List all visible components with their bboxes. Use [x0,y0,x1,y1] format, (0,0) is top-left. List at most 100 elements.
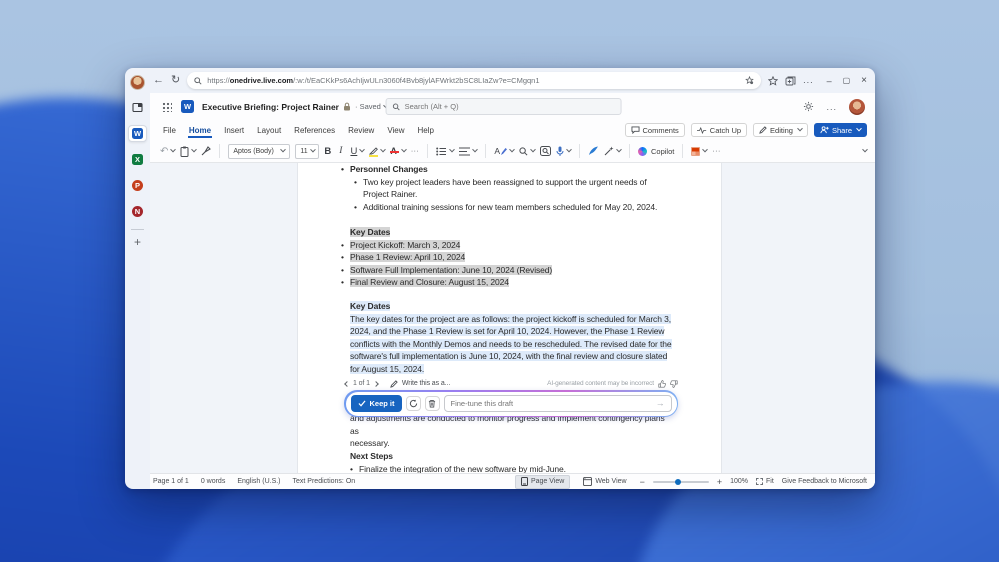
doc-bullet[interactable]: Additional training sessions for new tea… [354,201,665,214]
account-avatar[interactable] [849,98,865,115]
tab-layout[interactable]: Layout [256,123,282,138]
word-count[interactable]: 0 words [201,478,226,485]
send-icon[interactable]: → [656,397,665,410]
highlight-button[interactable] [369,146,387,157]
fit-toggle[interactable]: Fit [756,478,774,485]
page-count[interactable]: Page 1 of 1 [153,478,189,485]
back-icon[interactable]: ← [153,75,164,86]
share-button[interactable]: Share [813,123,867,137]
word-app-icon[interactable]: W [128,125,147,142]
more-commands-icon[interactable]: ··· [712,148,721,155]
doc-heading[interactable]: Personnel Changes [341,163,665,176]
italic-button[interactable]: I [339,146,342,156]
previous-draft-icon[interactable] [344,381,350,388]
format-painter-button[interactable] [201,146,212,156]
doc-bullet-selected[interactable]: Phase 1 Review: April 10, 2024 [341,251,665,264]
tab-help[interactable]: Help [417,123,435,138]
word-logo-icon[interactable]: W [181,100,194,113]
feedback-link[interactable]: Give Feedback to Microsoft [782,478,867,485]
refresh-icon[interactable]: ↻ [171,75,180,86]
more-font-options-icon[interactable]: ··· [411,148,420,155]
tab-home[interactable]: Home [188,123,212,138]
browser-more-icon[interactable]: ... [803,75,814,86]
search-input[interactable] [404,102,615,111]
tab-file[interactable]: File [162,123,177,138]
powerpoint-app-icon[interactable]: P [128,177,147,194]
collections-icon[interactable] [785,76,796,86]
app-launcher-icon[interactable] [162,101,172,112]
keep-it-button[interactable]: Keep it [350,395,402,412]
regenerate-button[interactable] [405,396,421,411]
copilot-button[interactable]: Copilot [637,146,674,156]
rewrite-button[interactable] [604,146,622,156]
document-page[interactable]: Personnel Changes Two key project leader… [297,163,722,473]
header-more-icon[interactable]: ... [826,102,837,112]
doc-heading[interactable]: Next Steps [350,450,665,463]
ai-draft-heading[interactable]: Key Dates [350,300,672,313]
designer-button[interactable] [691,146,709,156]
editor-pane-button[interactable] [539,146,551,156]
window-icon[interactable] [128,99,147,116]
onenote-app-icon[interactable]: N [128,203,147,220]
tab-insert[interactable]: Insert [223,123,245,138]
favorites-star-icon[interactable] [768,75,779,86]
doc-bullet[interactable]: Finalize the integration of the new soft… [350,463,665,474]
tab-review[interactable]: Review [347,123,375,138]
write-this-as-button[interactable]: Write this as a... [390,378,450,391]
doc-heading-selected[interactable]: Key Dates [350,226,665,239]
ai-draft-paragraph[interactable]: The key dates for the project are as fol… [350,313,672,376]
maximize-button[interactable]: ▢ [843,76,851,85]
doc-bullet[interactable]: Two key project leaders have been reassi… [354,176,655,201]
close-button[interactable]: × [861,75,867,86]
editing-mode-button[interactable]: Editing [753,123,808,137]
zoom-slider[interactable] [652,478,709,485]
settings-gear-icon[interactable] [803,101,814,112]
browser-toolbar: ← ↻ https://onedrive.live.com/:w:/t/EaCK… [150,68,875,93]
comments-button[interactable]: Comments [624,123,685,137]
address-bar[interactable]: https://onedrive.live.com/:w:/t/EaCKkPs6… [187,72,762,89]
browser-profile-avatar[interactable] [130,75,145,90]
zoom-in-icon[interactable]: + [717,477,722,487]
document-canvas: Personnel Changes Two key project leader… [150,163,875,473]
dictate-button[interactable] [556,146,572,157]
font-color-button[interactable]: A [389,146,407,156]
find-button[interactable] [519,146,536,156]
next-draft-icon[interactable] [373,381,379,388]
save-status[interactable]: · Saved [355,102,381,111]
web-view-toggle[interactable]: Web View [578,476,631,488]
tab-references[interactable]: References [293,123,336,138]
doc-bullet-selected[interactable]: Project Kickoff: March 3, 2024 [341,239,665,252]
covered-paragraph[interactable]: and adjustments are conducted to monitor… [350,412,665,450]
editor-button[interactable] [588,146,599,156]
zoom-slider-handle[interactable] [674,478,681,485]
underline-button[interactable]: U [350,146,366,157]
text-styles-button[interactable]: A [494,146,515,156]
doc-bullet-selected[interactable]: Software Full Implementation: June 10, 2… [341,264,665,277]
thumbs-up-icon[interactable] [658,380,666,388]
search-box[interactable] [385,98,622,115]
collapse-ribbon-icon[interactable] [862,146,868,153]
bold-button[interactable]: B [324,146,331,157]
excel-app-icon[interactable]: X [128,151,147,168]
fine-tune-input[interactable] [450,399,652,408]
delete-draft-button[interactable] [424,396,440,411]
tab-view[interactable]: View [386,123,405,138]
font-name-select[interactable]: Aptos (Body) [228,143,291,159]
doc-bullet-selected[interactable]: Final Review and Closure: August 15, 202… [341,276,665,289]
minimize-button[interactable]: – [827,76,832,86]
undo-button[interactable]: ↶ [160,146,177,157]
thumbs-down-icon[interactable] [670,380,678,388]
bullet-list-button[interactable] [436,146,456,156]
font-size-select[interactable]: 11 [295,143,320,159]
line-spacing-button[interactable] [459,146,479,156]
add-app-button[interactable]: + [134,236,141,248]
zoom-out-icon[interactable]: − [640,477,645,487]
paste-button[interactable] [180,146,198,157]
site-permissions-icon[interactable] [745,76,754,85]
document-title[interactable]: Executive Briefing: Project Rainer [202,102,339,112]
text-predictions[interactable]: Text Predictions: On [293,478,356,485]
catch-up-button[interactable]: Catch Up [690,123,748,137]
zoom-level[interactable]: 100% [730,478,748,485]
page-view-toggle[interactable]: Page View [514,474,571,489]
language[interactable]: English (U.S.) [237,478,280,485]
